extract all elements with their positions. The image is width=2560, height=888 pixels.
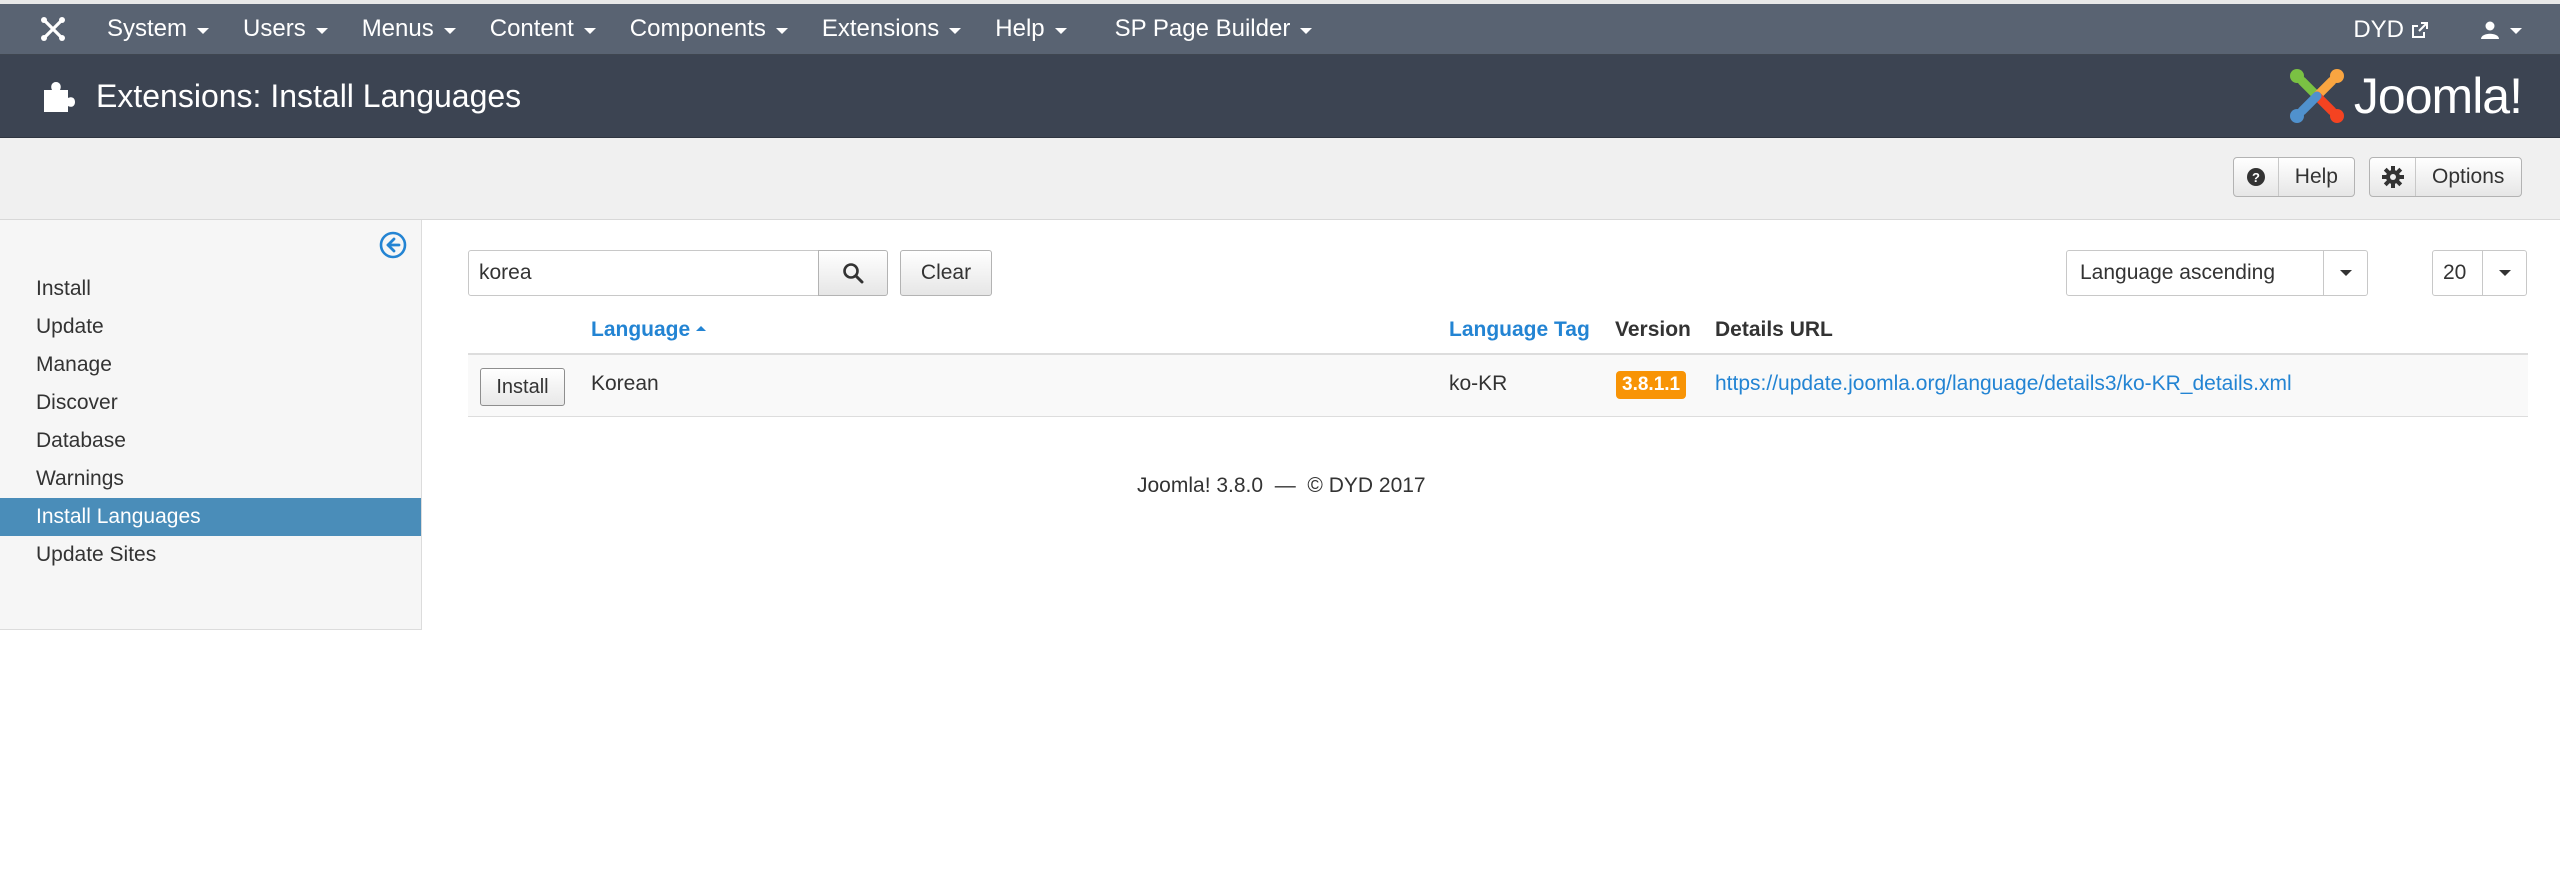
table-header: Language Language Tag Version Details UR… <box>468 310 2528 355</box>
toolbar: ? Help Options <box>0 138 2560 220</box>
search-icon <box>843 263 864 284</box>
menu-help[interactable]: Help <box>978 15 1083 43</box>
question-circle-icon: ? <box>2234 158 2279 196</box>
column-header-language-tag[interactable]: Language Tag <box>1449 318 1590 342</box>
sidebar-item-database[interactable]: Database <box>0 422 421 460</box>
page-header: Extensions: Install Languages Joomla! <box>0 55 2560 138</box>
collapse-sidebar-icon[interactable] <box>379 231 407 259</box>
joomla-brand: Joomla! <box>2286 65 2523 127</box>
joomla-icon[interactable] <box>28 4 78 54</box>
user-icon <box>2481 21 2499 39</box>
menu-menus[interactable]: Menus <box>345 15 473 43</box>
search-button[interactable] <box>818 250 888 296</box>
language-tag: ko-KR <box>1449 372 1508 395</box>
caret-down-icon <box>2510 28 2522 34</box>
caret-down-icon <box>315 27 328 34</box>
menu-components-label: Components <box>629 15 766 42</box>
sidebar-menu: Install Update Manage Discover Database … <box>0 270 421 574</box>
menu-users[interactable]: Users <box>226 15 345 43</box>
sidebar-item-manage[interactable]: Manage <box>0 346 421 384</box>
caret-down-icon <box>949 27 962 34</box>
main-menu: System Users Menus Content Components Ex… <box>90 15 1329 43</box>
external-link-icon <box>2412 21 2428 38</box>
chevron-down-icon <box>2482 251 2526 295</box>
brand-text: Joomla! <box>2353 68 2523 124</box>
details-url-link[interactable]: https://update.joomla.org/language/detai… <box>1715 372 2292 396</box>
limit-select[interactable]: 20 <box>2432 250 2527 296</box>
sidebar-item-update[interactable]: Update <box>0 308 421 346</box>
menu-content-label: Content <box>489 15 574 42</box>
install-button[interactable]: Install <box>480 368 565 406</box>
caret-down-icon <box>583 27 596 34</box>
sort-ascending-icon <box>696 325 707 331</box>
caret-down-icon <box>775 27 788 34</box>
site-link[interactable]: DYD <box>2353 16 2430 44</box>
limit-value: 20 <box>2443 261 2467 284</box>
footer-text: Joomla! 3.8.0 — © DYD 2017 <box>1137 474 1426 497</box>
menu-users-label: Users <box>243 15 306 42</box>
version-badge: 3.8.1.1 <box>1616 371 1687 399</box>
topnav-right: DYD <box>2353 4 2522 55</box>
column-header-version: Version <box>1615 318 1691 341</box>
site-name: DYD <box>2353 15 2404 43</box>
table-row: Install Korean ko-KR 3.8.1.1 https://upd… <box>468 355 2528 417</box>
joomla-logo-icon <box>2289 69 2344 123</box>
options-button[interactable]: Options <box>2369 157 2522 197</box>
ordering-value: Language ascending <box>2080 261 2276 284</box>
column-header-details-url: Details URL <box>1715 318 1833 341</box>
menu-components[interactable]: Components <box>613 15 805 43</box>
sidebar-item-install[interactable]: Install <box>0 270 421 308</box>
sidebar-item-warnings[interactable]: Warnings <box>0 460 421 498</box>
menu-sp-page-builder-label: SP Page Builder <box>1114 15 1291 42</box>
column-header-language-label: Language <box>591 318 691 341</box>
help-label: Help <box>2294 165 2338 188</box>
search-input[interactable] <box>468 250 820 296</box>
clear-button[interactable]: Clear <box>900 250 992 296</box>
menu-content[interactable]: Content <box>473 15 613 43</box>
caret-down-icon <box>1054 27 1067 34</box>
top-navbar: System Users Menus Content Components Ex… <box>0 0 2560 55</box>
menu-extensions-label: Extensions <box>821 15 940 42</box>
ordering-select[interactable]: Language ascending <box>2066 250 2368 296</box>
menu-menus-label: Menus <box>361 15 434 42</box>
sidebar-item-install-languages[interactable]: Install Languages <box>0 498 421 536</box>
menu-sp-page-builder[interactable]: SP Page Builder <box>1098 15 1330 43</box>
sidebar-item-discover[interactable]: Discover <box>0 384 421 422</box>
menu-extensions[interactable]: Extensions <box>805 15 978 43</box>
caret-down-icon <box>1300 27 1313 34</box>
column-header-language[interactable]: Language <box>591 318 707 342</box>
sidebar: Install Update Manage Discover Database … <box>0 220 422 630</box>
languages-table: Language Language Tag Version Details UR… <box>468 310 2528 417</box>
sidebar-item-update-sites[interactable]: Update Sites <box>0 536 421 574</box>
puzzle-icon <box>38 76 78 116</box>
svg-text:?: ? <box>2252 170 2260 185</box>
caret-down-icon <box>197 27 210 34</box>
options-label: Options <box>2432 165 2505 188</box>
help-button[interactable]: ? Help <box>2233 157 2355 197</box>
language-name: Korean <box>591 372 659 395</box>
menu-help-label: Help <box>995 15 1045 42</box>
gear-icon <box>2370 158 2416 196</box>
user-menu[interactable] <box>2480 20 2522 40</box>
caret-down-icon <box>443 27 456 34</box>
chevron-down-icon <box>2323 251 2367 295</box>
menu-system[interactable]: System <box>90 15 226 43</box>
page-title: Extensions: Install Languages <box>96 77 522 114</box>
menu-system-label: System <box>107 15 188 42</box>
